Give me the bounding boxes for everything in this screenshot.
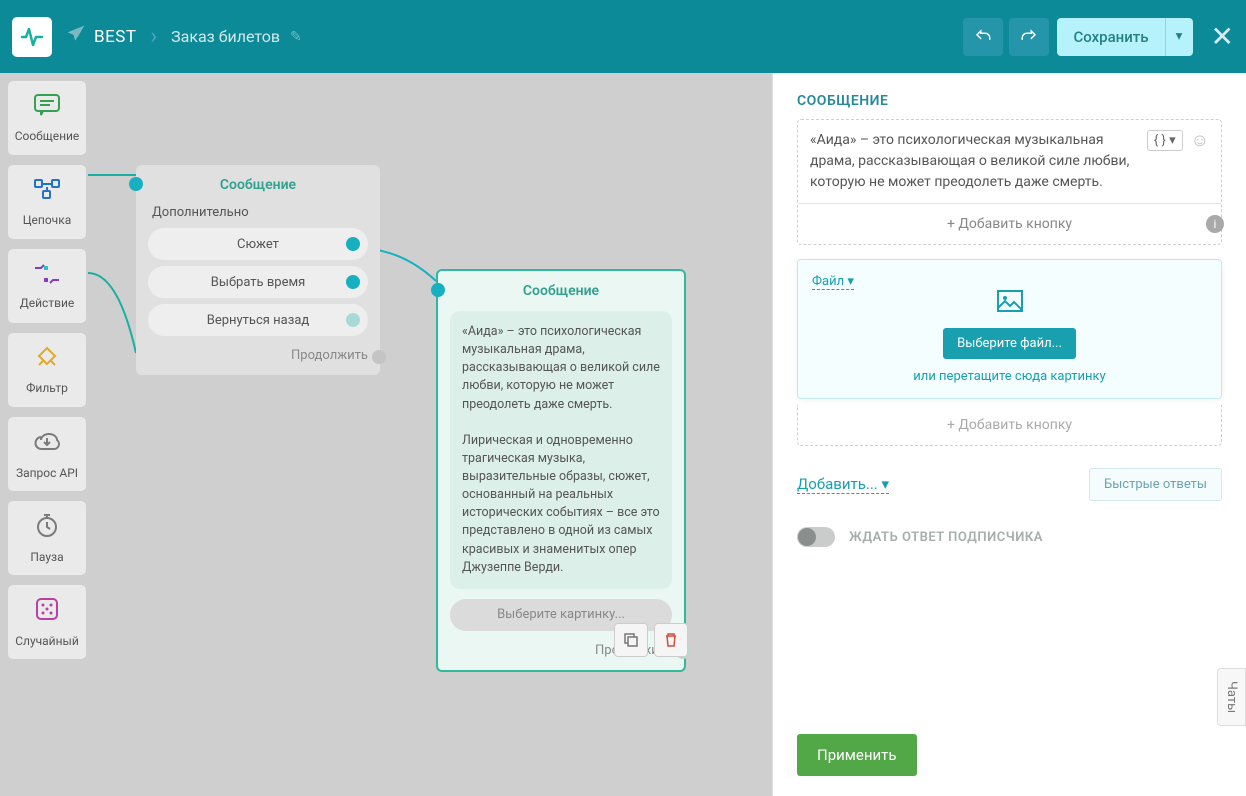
duplicate-button[interactable] <box>614 623 648 657</box>
node-title: Сообщение <box>450 283 672 299</box>
topbar: BEST › Заказ билетов ✎ Сохранить ▾ ✕ <box>0 0 1246 73</box>
image-icon <box>812 290 1207 318</box>
palette-action[interactable]: Действие <box>8 249 86 323</box>
message-node-selected[interactable]: Сообщение «Аида» – это психологическая м… <box>436 269 686 672</box>
close-icon[interactable]: ✕ <box>1211 20 1234 53</box>
redo-button[interactable] <box>1009 18 1049 56</box>
save-button[interactable]: Сохранить <box>1057 18 1164 56</box>
continue-label: Продолжить <box>148 348 368 363</box>
bot-name[interactable]: BEST <box>94 27 137 47</box>
output-port[interactable] <box>346 313 360 327</box>
palette-pause[interactable]: Пауза <box>8 501 86 575</box>
file-upload-block: Файл ▾ Выберите файл... или перетащите с… <box>797 259 1222 399</box>
palette-random[interactable]: Случайный <box>8 585 86 659</box>
wait-toggle[interactable] <box>797 527 835 547</box>
save-dropdown-button[interactable]: ▾ <box>1165 18 1193 56</box>
logo[interactable] <box>12 17 52 57</box>
delete-button[interactable] <box>654 623 688 657</box>
emoji-icon[interactable]: ☺ <box>1191 130 1209 151</box>
edit-icon[interactable]: ✎ <box>290 29 302 45</box>
extra-label: Дополнительно <box>148 205 368 220</box>
undo-button[interactable] <box>963 18 1003 56</box>
add-element-dropdown[interactable]: Добавить... ▾ <box>797 475 889 494</box>
api-icon <box>33 428 61 460</box>
palette-api[interactable]: Запрос API <box>8 417 86 491</box>
breadcrumb-sep-icon: › <box>151 24 158 49</box>
message-textarea[interactable]: «Аида» – это психологическая музыкальная… <box>810 130 1139 193</box>
option-button[interactable]: Сюжет <box>148 228 368 260</box>
message-node[interactable]: Сообщение Дополнительно Сюжет Выбрать вр… <box>136 165 380 375</box>
copy-icon <box>623 632 639 648</box>
file-type-dropdown[interactable]: Файл ▾ <box>812 274 854 290</box>
variables-button[interactable]: { } ▾ <box>1147 130 1183 151</box>
quick-replies-button[interactable]: Быстрые ответы <box>1089 468 1222 501</box>
properties-panel: СООБЩЕНИЕ «Аида» – это психологическая м… <box>772 73 1246 796</box>
option-button[interactable]: Выбрать время <box>148 266 368 298</box>
palette-message[interactable]: Сообщение <box>8 81 86 155</box>
filter-icon <box>33 345 61 375</box>
input-port[interactable] <box>431 283 445 297</box>
message-body: «Аида» – это психологическая музыкальная… <box>450 311 672 589</box>
input-port[interactable] <box>129 177 143 191</box>
dice-icon <box>34 596 60 628</box>
apply-button[interactable]: Применить <box>797 734 917 776</box>
flow-name[interactable]: Заказ билетов <box>171 27 280 46</box>
telegram-icon <box>66 24 86 49</box>
message-icon <box>33 93 61 123</box>
palette-chain[interactable]: Цепочка <box>8 165 86 239</box>
info-icon[interactable]: i <box>1206 215 1224 233</box>
action-icon <box>33 262 61 290</box>
chats-tab[interactable]: Чаты <box>1217 668 1246 726</box>
node-toolbar <box>614 623 688 657</box>
output-port[interactable] <box>346 275 360 289</box>
trash-icon <box>663 632 679 648</box>
wait-label: ЖДАТЬ ОТВЕТ ПОДПИСЧИКА <box>849 530 1043 545</box>
node-title: Сообщение <box>148 177 368 193</box>
add-button-row[interactable]: + Добавить кнопку <box>798 204 1221 244</box>
choose-file-button[interactable]: Выберите файл... <box>943 328 1076 359</box>
message-card: «Аида» – это психологическая музыкальная… <box>797 119 1222 245</box>
add-button-row[interactable]: + Добавить кнопку <box>797 405 1222 446</box>
palette-filter[interactable]: Фильтр <box>8 333 86 407</box>
node-palette: Сообщение Цепочка Действие Фильтр <box>8 81 88 669</box>
option-button[interactable]: Вернуться назад <box>148 304 368 336</box>
pulse-icon <box>20 25 44 49</box>
drag-hint: или перетащите сюда картинку <box>812 369 1207 384</box>
output-port[interactable] <box>346 237 360 251</box>
output-port[interactable] <box>372 350 386 364</box>
pause-icon <box>34 512 60 544</box>
panel-title: СООБЩЕНИЕ <box>797 93 1222 109</box>
canvas[interactable]: Сообщение Цепочка Действие Фильтр <box>0 73 772 796</box>
chain-icon <box>33 177 61 207</box>
